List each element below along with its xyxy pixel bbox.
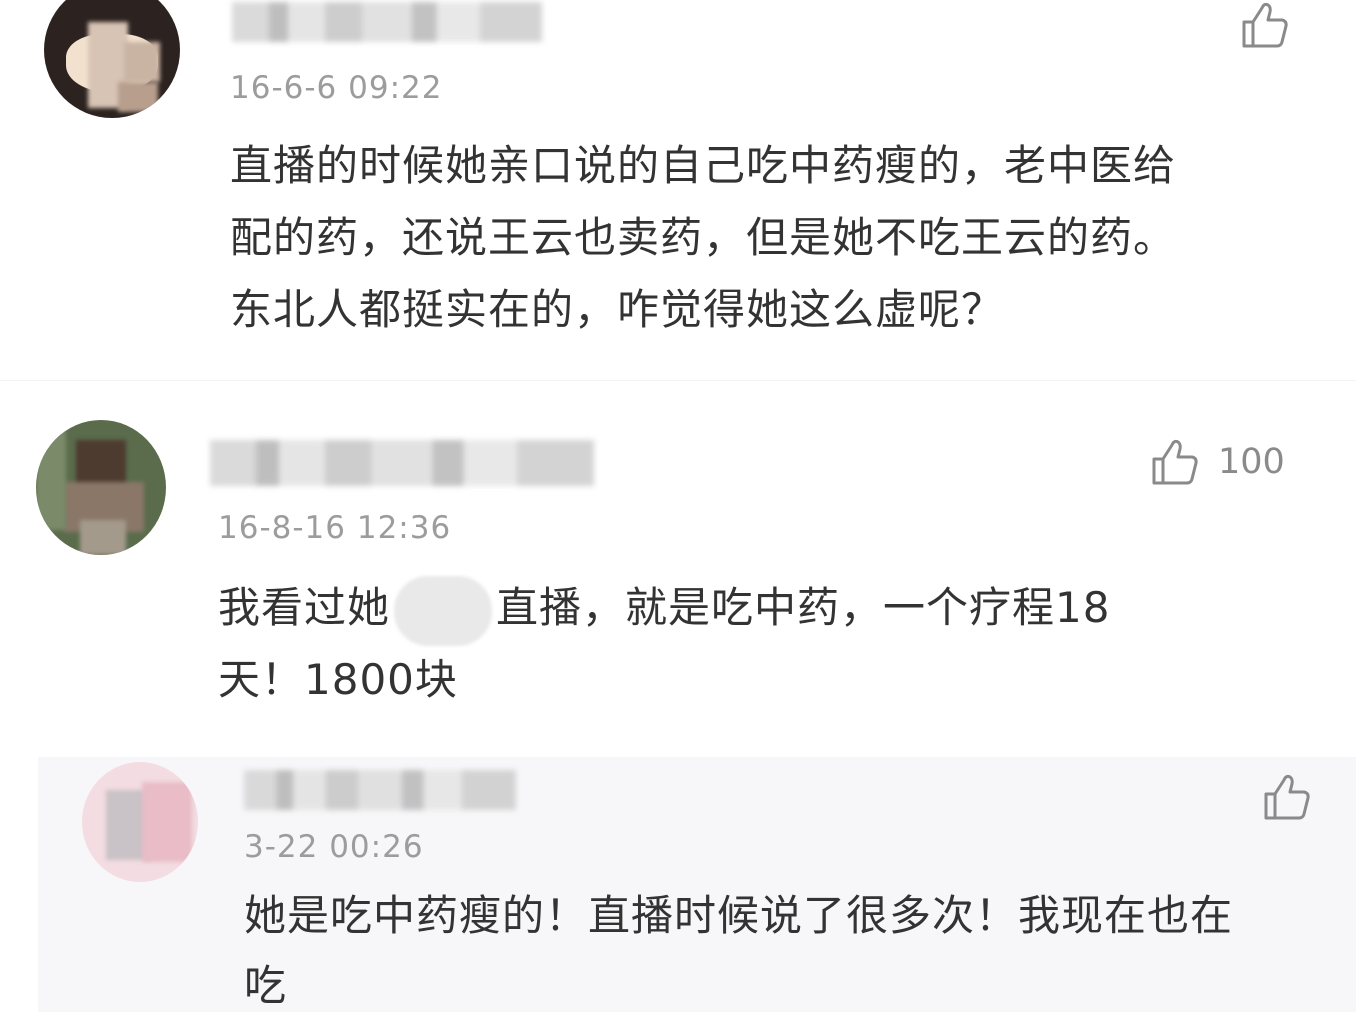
comment-text-line-1: 她是吃中药瘦的！直播时候说了很多次！我现在也在 — [244, 891, 1234, 940]
comment-text-line-1: 我看过她 直播，就是吃中药，一个疗程18 — [218, 572, 1110, 646]
username-redacted[interactable] — [210, 440, 594, 486]
avatar[interactable] — [44, 0, 180, 118]
comment-text-line-2: 天！1800块 — [218, 655, 458, 704]
divider — [0, 380, 1356, 381]
comment-text-part: 直播，就是吃中药，一个疗程18 — [496, 583, 1111, 632]
like-button[interactable] — [1240, 0, 1308, 50]
avatar[interactable] — [36, 420, 166, 555]
comment-1: 16-6-6 09:22 直播的时候她亲口说的自己吃中药瘦的，老中医给 配的药，… — [0, 0, 1356, 375]
comment-timestamp: 16-6-6 09:22 — [230, 70, 443, 106]
comment-text-line-2: 配的药，还说王云也卖药，但是她不吃王云的药。 — [230, 213, 1177, 262]
avatar[interactable] — [82, 762, 198, 882]
thumbs-up-icon — [1262, 772, 1312, 822]
comment-text-line-1: 直播的时候她亲口说的自己吃中药瘦的，老中医给 — [230, 141, 1177, 190]
redacted-name — [394, 575, 493, 646]
comment-text-line-3: 东北人都挺实在的，咋觉得她这么虚呢？ — [230, 285, 1005, 334]
comment-timestamp: 16-8-16 12:36 — [218, 510, 452, 546]
like-button[interactable] — [1262, 772, 1330, 822]
comment-timestamp: 3-22 00:26 — [244, 829, 424, 865]
thumbs-up-icon — [1150, 437, 1200, 487]
username-redacted[interactable] — [244, 770, 516, 810]
username-redacted[interactable] — [232, 2, 542, 42]
thumbs-up-icon — [1240, 0, 1290, 50]
like-count: 100 — [1218, 442, 1285, 482]
like-button[interactable]: 100 — [1150, 437, 1285, 487]
comment-text-part: 我看过她 — [218, 583, 391, 632]
comment-text-line-2: 吃 — [244, 961, 288, 1010]
